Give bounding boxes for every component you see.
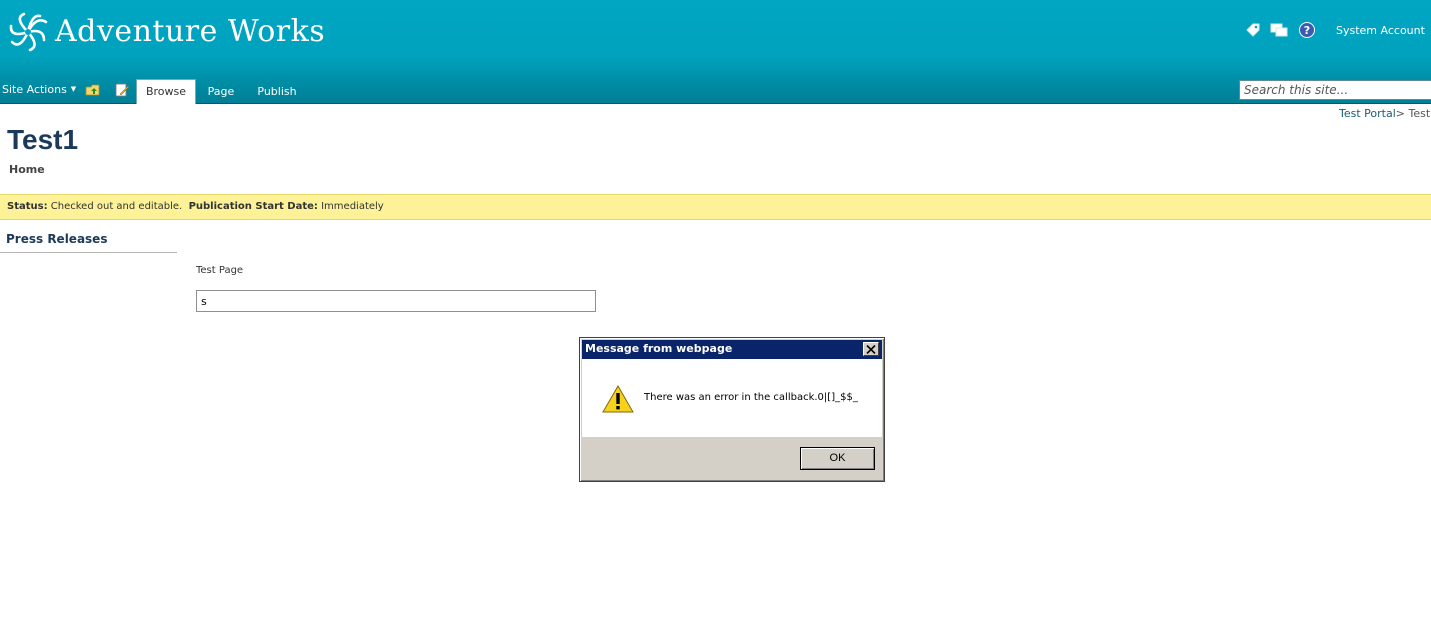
field-label: Test Page — [196, 265, 244, 276]
left-nav-divider — [0, 252, 177, 253]
home-link[interactable]: Home — [9, 163, 45, 176]
search-input[interactable] — [1239, 80, 1431, 100]
site-logo-text[interactable]: Adventure Works — [55, 14, 325, 49]
help-icon[interactable]: ? — [1298, 21, 1316, 39]
dialog-close-button[interactable] — [863, 342, 879, 356]
breadcrumb-current: Test1 — [1408, 107, 1431, 120]
logo-swirl-icon — [9, 12, 48, 52]
left-nav-heading[interactable]: Press Releases — [6, 232, 107, 246]
notes-icon[interactable] — [1270, 21, 1288, 39]
breadcrumb-link-test-portal[interactable]: Test Portal — [1339, 107, 1396, 120]
publication-date-value: Immediately — [321, 201, 384, 212]
svg-text:?: ? — [1304, 24, 1310, 37]
chevron-down-icon: ▼ — [70, 85, 77, 93]
tab-publish[interactable]: Publish — [252, 80, 302, 103]
navigate-up-icon[interactable] — [85, 82, 101, 98]
breadcrumb: Test Portal> Test1 — [1339, 107, 1431, 120]
status-label: Status: — [7, 201, 48, 212]
dialog-message: There was an error in the callback.0|[]_… — [644, 392, 858, 403]
status-bar: Status: Checked out and editable. Public… — [0, 194, 1431, 220]
dialog-body: There was an error in the callback.0|[]_… — [582, 359, 882, 437]
tab-browse[interactable]: Browse — [136, 79, 196, 104]
warning-icon — [602, 385, 634, 413]
dialog-titlebar[interactable]: Message from webpage — [582, 340, 882, 359]
tab-page[interactable]: Page — [202, 80, 240, 103]
dialog-title: Message from webpage — [585, 342, 733, 355]
ok-button[interactable]: OK — [800, 447, 875, 470]
breadcrumb-separator: > — [1395, 107, 1405, 120]
page: Adventure Works ? System Account Site Ac… — [0, 0, 1431, 634]
edit-page-icon[interactable] — [114, 82, 130, 98]
close-icon — [866, 344, 876, 354]
test-page-field[interactable] — [196, 290, 596, 312]
status-value: Checked out and editable. — [50, 201, 183, 212]
account-menu[interactable]: System Account — [1336, 24, 1425, 37]
site-actions-menu[interactable]: Site Actions ▼ — [2, 83, 76, 96]
alert-dialog: Message from webpage There was an error … — [579, 337, 885, 482]
page-title: Test1 — [7, 124, 79, 155]
site-actions-label: Site Actions — [2, 83, 67, 96]
publication-date-label: Publication Start Date: — [188, 201, 318, 212]
tag-icon[interactable] — [1244, 21, 1262, 39]
site-header: Adventure Works ? System Account Site Ac… — [0, 0, 1431, 104]
